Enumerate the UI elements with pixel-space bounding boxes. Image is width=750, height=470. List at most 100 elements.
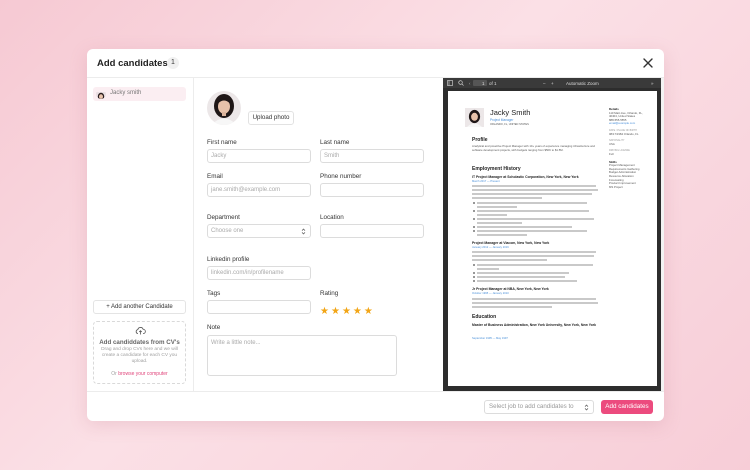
sidebar-item-candidate[interactable]: Jacky smith [93,87,186,101]
rating-stars[interactable]: ★ ★ ★ ★ ★ [320,301,375,319]
dropzone-description: Drag and drop CVs here and we will creat… [101,347,178,365]
cv-dropzone[interactable]: Add candiddates from CV's Drag and drop … [93,321,186,384]
cv-text-line [477,226,572,228]
note-textarea[interactable]: Write a little note... [207,335,397,376]
star-icon[interactable]: ★ [342,307,351,317]
cv-text-line [472,185,596,187]
cv-location: ORLANDO, FL, UNITED STATES [490,123,529,126]
job-select[interactable]: Select job to add candidates to [484,400,594,414]
cv-text-line [472,255,594,257]
cv-education-heading: Education [472,314,497,320]
cv-role: Project Manager [490,118,514,122]
cv-text-line [477,210,589,212]
candidate-photo [207,91,241,125]
star-icon[interactable]: ★ [364,307,373,317]
linkedin-field[interactable]: linkedin.com/in/profilename [207,266,311,280]
cv-name: Jacky Smith [490,108,531,117]
cv-text-line [472,302,598,304]
phone-label: Phone number [320,173,362,180]
cv-text-line [477,218,594,220]
cv-employment-heading: Employment History [472,166,521,172]
department-label: Department [207,214,240,221]
tags-label: Tags [207,290,221,297]
zoom-minus-icon[interactable]: – [543,81,546,86]
job-select-placeholder: Select job to add candidates to [489,403,574,410]
location-field[interactable] [320,224,424,238]
dropzone-browse: Or browse your computer [94,371,185,377]
first-name-field[interactable]: Jacky [207,149,311,163]
cv-text-line [472,298,596,300]
browse-computer-link[interactable]: browse your computer [118,371,167,377]
cloud-upload-icon [135,327,146,335]
bullet-dot [473,276,475,278]
last-name-field[interactable]: Smith [320,149,424,163]
cv-text-line [477,280,577,282]
email-label: Email [207,173,223,180]
zoom-select[interactable]: Automatic Zoom [566,81,599,86]
cv-job-date: March 2017 — Present [472,180,500,183]
cv-job-title: Jr Project Manager at NBA, New York, New… [472,287,549,291]
cv-education-entry: Master of Business Administration, New Y… [472,323,596,327]
cv-skills-list: Project Management Requirements Gathering… [609,164,647,189]
cv-dob: 08/17/1984 Orlando, FL [609,131,639,136]
cv-text-line [477,264,593,266]
cv-profile-text: Analytical and proactive Project Manager… [472,144,595,152]
page-total: of 1 [489,81,497,86]
candidates-sidebar: Jacky smith + Add another Candidate Add … [87,78,194,391]
cv-photo [465,108,484,127]
close-icon[interactable] [642,57,654,69]
cv-text-line [472,259,547,261]
cv-job-title: Project Manager at Viacom, New York, New… [472,241,550,245]
email-field[interactable]: jane.smith@example.com [207,183,311,197]
cv-text-line [472,306,552,308]
phone-field[interactable] [320,183,424,197]
location-label: Location [320,214,344,221]
cv-text-line [477,234,527,236]
cv-email: email@example.com [609,121,636,126]
star-icon[interactable]: ★ [353,307,362,317]
page-number: 1 [482,81,485,86]
chevron-updown-icon [584,404,589,411]
zoom-plus-icon[interactable]: + [551,81,554,86]
bullet-dot [473,230,475,232]
modal-footer: Select job to add candidates to Add cand… [87,391,664,421]
tags-field[interactable] [207,300,311,314]
candidate-name: Jacky smith [110,90,142,96]
cv-text-line [477,202,587,204]
cv-text-line [477,206,517,208]
chevron-updown-icon [301,228,306,235]
star-icon[interactable]: ★ [331,307,340,317]
cv-job-date: October 1995 — January 2010 [472,292,509,295]
search-icon[interactable] [458,80,464,86]
bullet-dot [473,226,475,228]
dropzone-title: Add candiddates from CV's [99,339,180,346]
page-up-icon[interactable]: ‹ [469,81,471,86]
candidate-count-badge: 1 [167,57,179,69]
cv-text-line [477,276,565,278]
linkedin-label: Linkedin profile [207,256,250,263]
department-select-value: Choose one [211,228,244,234]
bullet-dot [473,218,475,220]
cv-text-line [472,251,596,253]
star-icon[interactable]: ★ [320,307,329,317]
department-select[interactable]: Choose one [207,224,311,238]
cv-profile-heading: Profile [472,137,488,143]
rating-label: Rating [320,290,339,297]
cv-job-title: IT Project Manager at Scholastic Corpora… [472,175,579,179]
cv-nationality: USA [609,141,615,146]
sidebar-toggle-icon[interactable] [447,80,453,86]
add-another-candidate-button[interactable]: + Add another Candidate [93,300,186,314]
cv-text-line [477,268,499,270]
add-candidates-button[interactable]: Add candidates [601,400,653,414]
modal-title: Add candidates [97,58,168,69]
add-candidates-modal: Add candidates 1 Jacky smith + Add anoth… [87,49,664,421]
note-label: Note [207,324,221,331]
bullet-dot [473,264,475,266]
upload-photo-button[interactable]: Upload photo [248,111,294,125]
last-name-label: Last name [320,139,350,146]
cv-text-line [477,214,507,216]
more-tools-icon[interactable]: » [651,81,654,86]
cv-text-line [477,222,522,224]
cv-page: Jacky Smith Project Manager ORLANDO, FL,… [448,91,657,386]
modal-header: Add candidates 1 [87,49,664,78]
